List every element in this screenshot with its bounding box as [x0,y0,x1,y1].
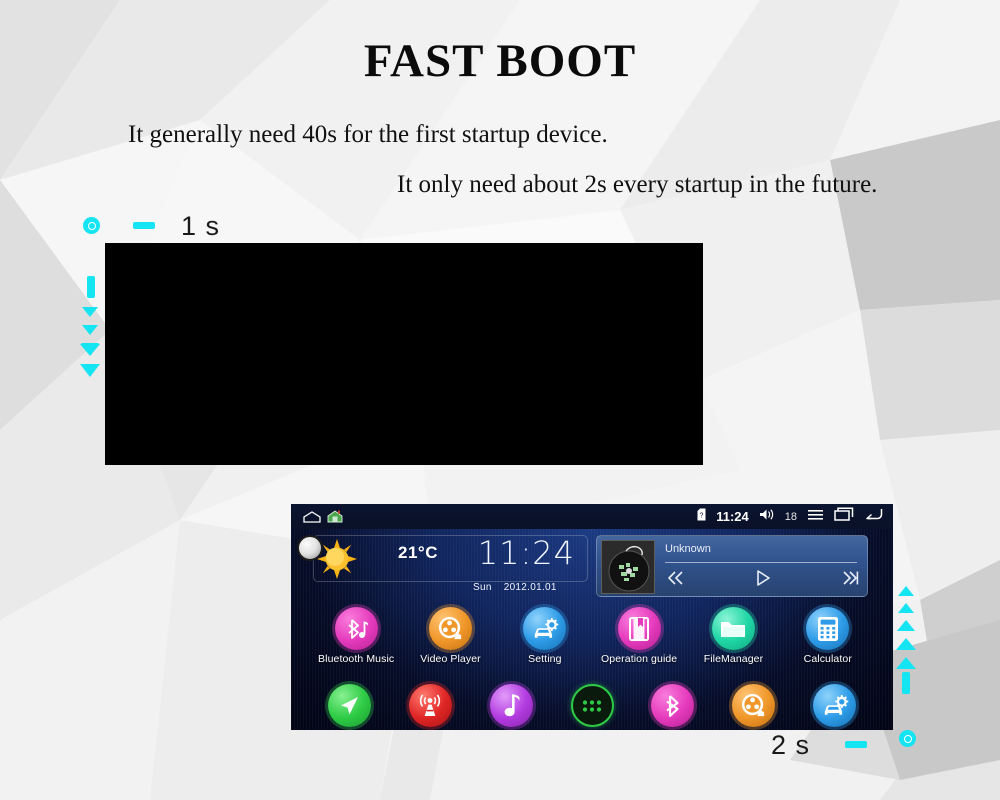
app-calculator[interactable]: Calculator [781,607,875,665]
film-reel-icon[interactable] [732,684,776,727]
app-bluetooth[interactable] [632,684,713,727]
svg-text:?: ? [700,512,704,519]
next-track-icon[interactable] [839,570,861,586]
boot-stage-arrow-4c [80,344,100,356]
music-note-icon[interactable] [489,684,533,727]
volume-level: 18 [784,510,797,523]
track-progress-rule [665,562,857,563]
android-status-bar: ? 11:24 18 [291,504,893,529]
album-art [601,540,655,594]
status-clock: 11:24 [716,509,749,524]
subtitle-line-2: It only need about 2s every startup in t… [397,171,878,198]
boot-stage-bar-marker [87,276,95,298]
menu-icon[interactable] [807,508,824,526]
home-stage-arrow-4 [896,638,916,650]
home-outline-icon[interactable] [303,511,321,523]
film-reel-icon[interactable] [428,607,472,650]
app-grid-row-1: Bluetooth Music Video Player Setting Ope… [291,607,893,665]
home-stage-ring-marker [899,730,916,747]
page-title: FAST BOOT [363,35,637,87]
navigation-arrow-icon[interactable] [327,684,371,727]
app-video-player[interactable]: Video Player [403,607,497,665]
boot-black-screen [105,243,703,465]
back-icon[interactable] [864,507,883,526]
app-setting[interactable]: Setting [498,607,592,665]
boot-stage-ring-marker [83,217,100,234]
app-bluetooth-music[interactable]: Bluetooth Music [309,607,403,665]
recents-icon[interactable] [834,507,854,526]
weather-temperature: 21°C [398,543,438,562]
android-home-screenshot: ? 11:24 18 21°C 11:24 Sun 2012.01.01 Unk… [291,504,893,730]
boot-stage-arrow-1 [82,307,98,317]
home-stage-arrow-5 [896,657,916,669]
app-drawer[interactable] [552,684,633,727]
app-navigation[interactable] [309,684,390,727]
media-player-widget[interactable]: Unknown [596,535,868,597]
app-label: Operation guide [601,653,678,665]
weather-weekday: Sun [473,582,492,593]
app-drawer-icon[interactable] [570,684,614,727]
home-stage-arrow-3 [897,620,915,631]
weather-date: 2012.01.01 [503,582,557,593]
play-icon[interactable] [753,569,773,587]
sdcard-icon: ? [697,508,706,526]
radio-tower-icon[interactable] [408,684,452,727]
volume-icon[interactable] [759,508,775,526]
boot-stage-arrow-2 [82,325,98,335]
weather-clock: 11:24 [477,534,575,572]
app-music[interactable] [471,684,552,727]
app-car-setting-2[interactable] [794,684,875,727]
app-label: Video Player [420,653,481,665]
boot-stage-label: 1 s [181,211,221,241]
app-label: Calculator [803,653,852,665]
app-filemanager[interactable]: FileManager [686,607,780,665]
bluetooth-icon[interactable] [651,684,695,727]
app-video-player-2[interactable] [713,684,794,727]
app-radio[interactable] [390,684,471,727]
folder-icon[interactable] [711,607,755,650]
sun-icon [317,539,357,579]
home-stage-dash-marker [845,741,867,748]
car-gear-icon[interactable] [813,684,857,727]
calculator-icon[interactable] [806,607,850,650]
subtitle-line-1: It generally need 40s for the first star… [128,121,608,148]
boot-stage-arrow-5c [80,364,100,377]
weather-date-line: Sun 2012.01.01 [473,582,569,593]
app-operation-guide[interactable]: Operation guide [592,607,686,665]
previous-track-icon[interactable] [665,570,687,586]
app-label: Bluetooth Music [318,653,395,665]
home-stage-arrow-2 [898,603,914,613]
home-stage-bar-marker [902,672,910,694]
boot-stage-dash-marker [133,222,155,229]
home-stage-arrow-1 [898,586,914,596]
app-label: FileManager [703,653,764,665]
app-label: Setting [528,653,562,665]
home-stage-label: 2 s [771,730,811,760]
android-home-body: 21°C 11:24 Sun 2012.01.01 Unknown Blueto… [291,529,893,730]
app-grid-row-2 [291,684,893,727]
home-color-icon[interactable] [327,510,343,523]
track-title: Unknown [665,543,711,555]
book-icon[interactable] [617,607,661,650]
car-gear-icon[interactable] [523,607,567,650]
bluetooth-music-icon[interactable] [334,607,378,650]
